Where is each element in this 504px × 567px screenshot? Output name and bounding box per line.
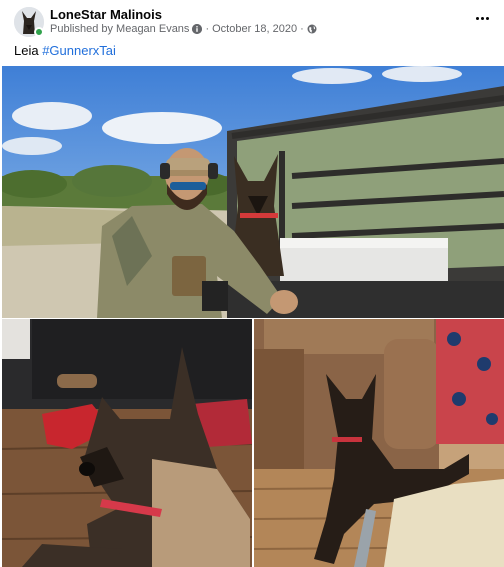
post-photo-right[interactable] — [254, 319, 504, 567]
dog-lying-photo — [254, 319, 504, 567]
info-icon[interactable] — [192, 24, 203, 34]
hashtag-link[interactable]: #GunnerxTai — [42, 43, 116, 58]
dog-closeup-photo — [2, 319, 252, 567]
post-header: LoneStar Malinois Published by Meagan Ev… — [0, 0, 504, 40]
post-photo-left[interactable] — [2, 319, 252, 567]
more-options-icon-dot — [475, 16, 479, 20]
post-meta: Published by Meagan Evans · October 18, … — [50, 23, 317, 35]
online-status-dot — [34, 27, 44, 37]
more-options-icon-dot — [485, 16, 489, 20]
published-by[interactable]: Published by Meagan Evans — [50, 23, 189, 35]
meta-separator-2: · — [300, 23, 304, 35]
facebook-post: LoneStar Malinois Published by Meagan Ev… — [0, 0, 504, 567]
meta-separator: · — [205, 23, 210, 35]
post-date[interactable]: October 18, 2020 — [212, 23, 297, 35]
globe-icon[interactable] — [307, 24, 317, 34]
page-name[interactable]: LoneStar Malinois — [50, 7, 162, 22]
more-options-icon-dot — [480, 16, 484, 20]
caption-text: Leia — [14, 43, 39, 58]
more-options-button[interactable] — [470, 8, 494, 28]
post-photo-main[interactable] — [2, 66, 504, 318]
man-and-dog-photo — [2, 66, 504, 318]
post-caption: Leia #GunnerxTai — [14, 43, 116, 58]
